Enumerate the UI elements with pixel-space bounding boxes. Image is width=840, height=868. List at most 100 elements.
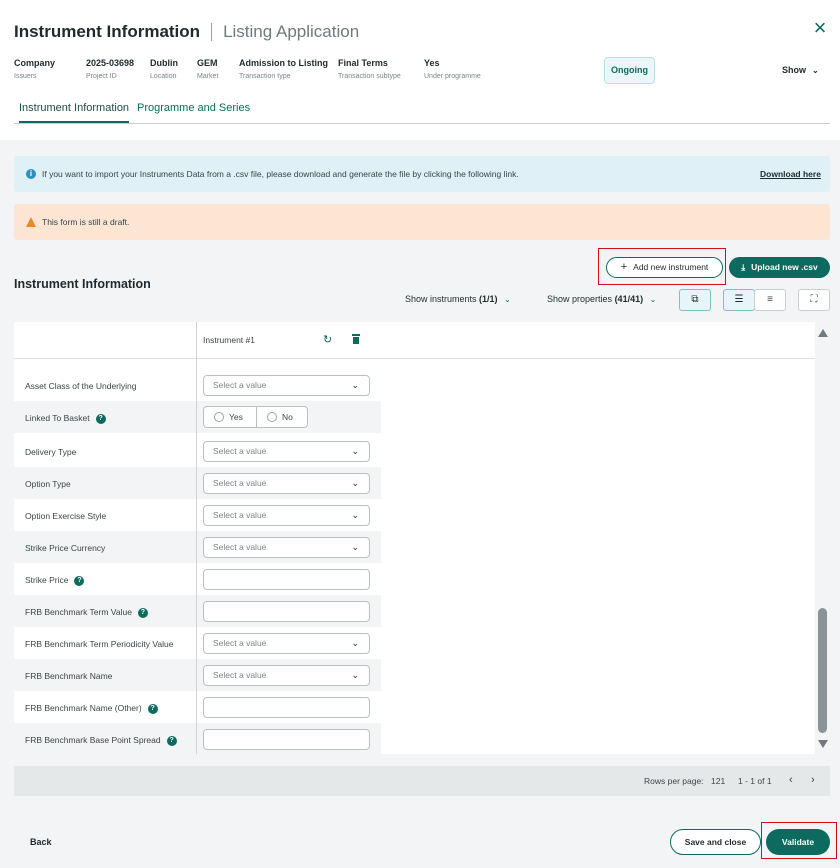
table-row: Asset Class of the Underlying Select a v…	[14, 369, 381, 401]
text-input[interactable]	[203, 697, 370, 718]
chevron-down-icon: ⌄	[649, 295, 657, 304]
meta-value: Dublin	[150, 58, 178, 68]
select-field[interactable]: Select a value ⌄	[203, 473, 370, 494]
validate-button[interactable]: Validate	[766, 829, 830, 855]
help-icon[interactable]: ?	[95, 413, 106, 424]
download-link[interactable]: Download here	[760, 169, 821, 179]
back-button[interactable]: Back	[30, 837, 52, 847]
refresh-icon[interactable]: ↻	[323, 333, 332, 346]
scroll-up-icon[interactable]	[818, 329, 828, 337]
row-label: FRB Benchmark Base Point Spread	[25, 735, 161, 745]
row-label: Delivery Type	[25, 447, 77, 457]
meta-transaction-type: Admission to Listing Transaction type	[239, 58, 328, 80]
select-placeholder: Select a value	[213, 478, 267, 488]
select-field[interactable]: Select a value ⌄	[203, 375, 370, 396]
select-field[interactable]: Select a value ⌄	[203, 633, 370, 654]
select-placeholder: Select a value	[213, 380, 267, 390]
meta-project-id: 2025-03698 Project ID	[86, 58, 134, 80]
scroll-thumb[interactable]	[818, 608, 827, 733]
show-label: Show	[782, 65, 806, 75]
radio-no[interactable]: No	[267, 407, 293, 427]
close-icon[interactable]: ×	[810, 17, 830, 39]
page-range: 1 - 1 of 1	[738, 776, 772, 786]
meta-label: Under programme	[424, 73, 481, 80]
trash-icon[interactable]	[352, 334, 360, 344]
show-details-toggle[interactable]: Show ⌄	[782, 65, 819, 75]
select-placeholder: Select a value	[213, 446, 267, 456]
row-label: Option Type	[25, 479, 71, 489]
radio-circle	[214, 411, 224, 422]
properties-table: Instrument #1 ↻ Asset Class of the Under…	[14, 322, 815, 754]
meta-label: Market	[197, 73, 219, 80]
scroll-down-icon[interactable]	[818, 740, 828, 748]
warning-icon	[26, 217, 36, 227]
upload-csv-label: Upload new .csv	[751, 262, 818, 272]
compare-view-button[interactable]: ⧉	[679, 289, 711, 311]
title-row: Instrument Information Listing Applicati…	[14, 22, 359, 42]
vertical-scrollbar[interactable]	[815, 322, 830, 754]
select-field[interactable]: Select a value ⌄	[203, 505, 370, 526]
row-label-wrap: FRB Benchmark Base Point Spread?	[25, 735, 177, 746]
row-label-wrap: FRB Benchmark Name (Other)?	[25, 703, 158, 714]
radio-no-label: No	[282, 412, 293, 422]
chevron-down-icon: ⌄	[351, 542, 359, 552]
meta-value: GEM	[197, 58, 218, 68]
fullscreen-icon: ⛶	[810, 294, 818, 305]
radio-divider	[256, 407, 257, 427]
save-and-close-button[interactable]: Save and close	[670, 829, 761, 855]
select-placeholder: Select a value	[213, 542, 267, 552]
row-label: FRB Benchmark Term Periodicity Value	[25, 639, 174, 649]
footer-bar: Back Save and close Validate	[0, 815, 840, 868]
text-input[interactable]	[203, 729, 370, 750]
show-instruments-count: (1/1)	[479, 294, 498, 304]
radio-yes[interactable]: Yes	[214, 407, 243, 427]
show-instruments-dropdown[interactable]: Show instruments (1/1) ⌄	[405, 294, 511, 304]
list-view-button[interactable]: ☰	[723, 289, 755, 311]
meta-label: Issuers	[14, 73, 37, 80]
help-icon[interactable]: ?	[166, 735, 177, 746]
select-field[interactable]: Select a value ⌄	[203, 537, 370, 558]
meta-label: Project ID	[86, 73, 117, 80]
row-label: FRB Benchmark Name (Other)	[25, 703, 142, 713]
help-icon[interactable]: ?	[74, 575, 85, 586]
chevron-down-icon: ⌄	[351, 478, 359, 488]
tab-instrument-information[interactable]: Instrument Information	[19, 100, 130, 123]
show-properties-dropdown[interactable]: Show properties (41/41) ⌄	[547, 294, 656, 304]
page-subtitle: Listing Application	[223, 22, 360, 41]
tab-programme-and-series[interactable]: Programme and Series	[137, 100, 250, 123]
section-title: Instrument Information	[14, 277, 151, 291]
chevron-right-icon[interactable]: ›	[811, 774, 815, 786]
chevron-down-icon: ⌄	[351, 446, 359, 456]
compact-view-button[interactable]: ≡	[754, 289, 786, 311]
info-icon: i	[26, 169, 36, 179]
chevron-down-icon: ⌄	[351, 510, 359, 520]
upload-csv-button[interactable]: ⤓ Upload new .csv	[729, 257, 830, 278]
text-input[interactable]	[203, 601, 370, 622]
row-label: Strike Price	[25, 575, 69, 585]
select-placeholder: Select a value	[213, 670, 267, 680]
select-field[interactable]: Select a value ⌄	[203, 441, 370, 462]
table-row: FRB Benchmark Name (Other)?	[14, 691, 381, 723]
table-row: Linked To Basket? Yes No	[14, 401, 381, 433]
status-badge: Ongoing	[604, 57, 655, 84]
help-icon[interactable]: ?	[137, 607, 148, 618]
meta-value: Admission to Listing	[239, 58, 328, 68]
help-icon[interactable]: ?	[147, 703, 158, 714]
text-input[interactable]	[203, 569, 370, 590]
chevron-down-icon: ⌄	[351, 670, 359, 680]
rows-per-page-select[interactable]: 121	[711, 776, 725, 786]
meta-value: Yes	[424, 58, 440, 68]
fullscreen-button[interactable]: ⛶	[798, 289, 830, 311]
chevron-left-icon[interactable]: ‹	[789, 774, 793, 786]
meta-transaction-subtype: Final Terms Transaction subtype	[338, 58, 401, 80]
add-instrument-button[interactable]: + Add new instrument	[606, 257, 723, 278]
table-row: FRB Benchmark Term Value?	[14, 595, 381, 627]
select-field[interactable]: Select a value ⌄	[203, 665, 370, 686]
radio-yes-label: Yes	[229, 412, 243, 422]
table-row: Delivery Type Select a value ⌄	[14, 435, 381, 467]
meta-label: Transaction subtype	[338, 73, 401, 80]
table-row: FRB Benchmark Term Periodicity Value Sel…	[14, 627, 381, 659]
compact-list-icon: ≡	[767, 294, 773, 305]
row-label: Linked To Basket	[25, 413, 90, 423]
rows-per-page-label: Rows per page:	[644, 776, 704, 786]
